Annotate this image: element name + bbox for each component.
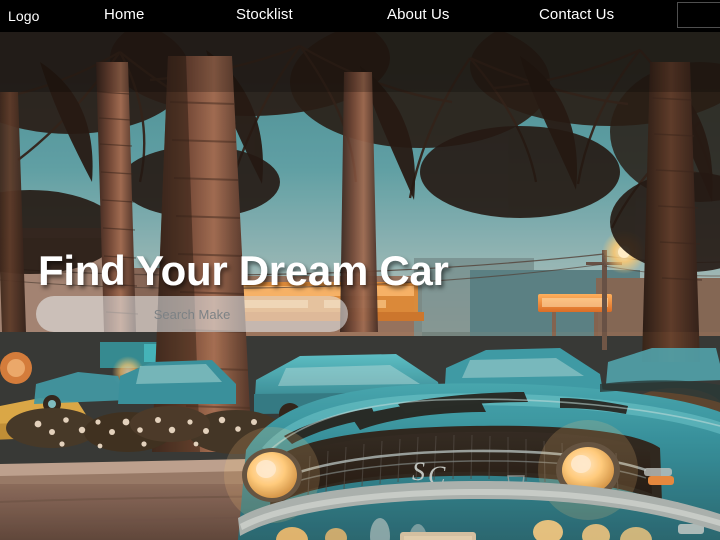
search-bar[interactable] — [36, 296, 348, 332]
page-root: Logo Home Stocklist About Us Contact Us — [0, 0, 720, 540]
hero-section: S C Find Your Dream Car Search Make — [0, 32, 720, 540]
hero-title: Find Your Dream Car — [38, 247, 449, 295]
nav-link-home[interactable]: Home — [104, 4, 144, 26]
search-make-input[interactable] — [36, 296, 348, 332]
navbar: Logo Home Stocklist About Us Contact Us — [0, 0, 720, 32]
nav-link-contact-us[interactable]: Contact Us — [539, 4, 614, 26]
nav-link-stocklist[interactable]: Stocklist — [236, 4, 293, 26]
site-logo[interactable]: Logo — [8, 5, 40, 27]
nav-action-button[interactable] — [677, 2, 720, 28]
nav-link-about-us[interactable]: About Us — [387, 4, 450, 26]
